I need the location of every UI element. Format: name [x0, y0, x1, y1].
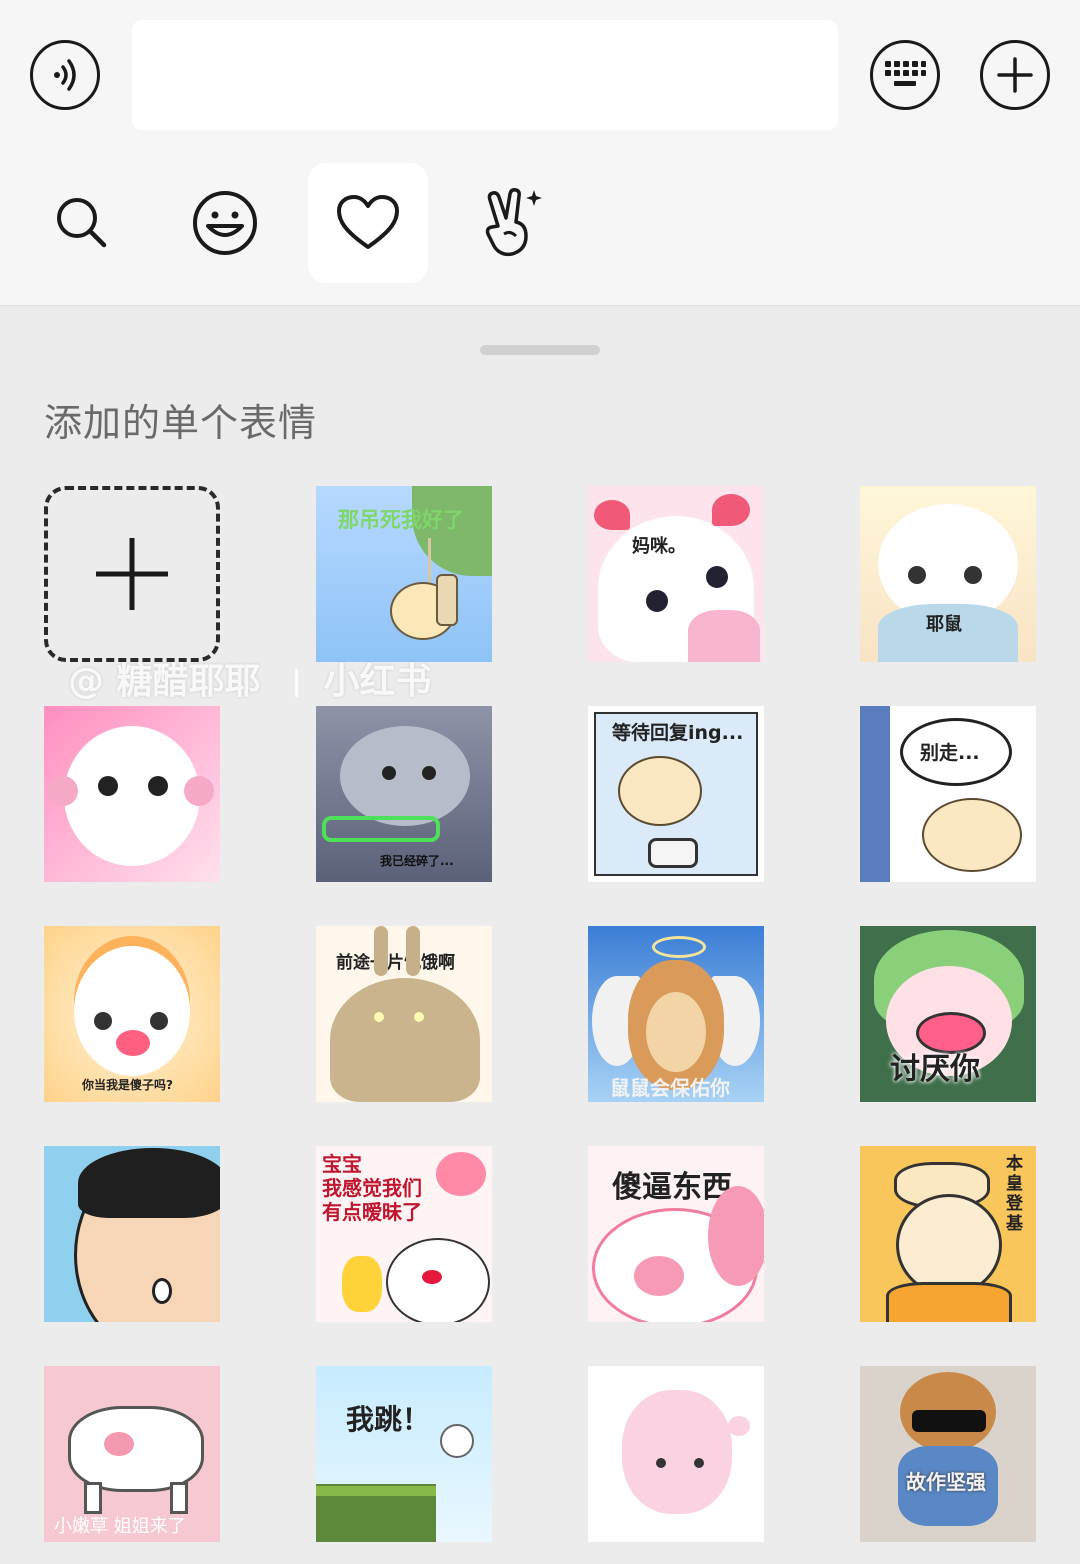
message-input[interactable]: [132, 20, 838, 130]
sticker-caption: 讨厌你: [890, 1052, 980, 1087]
sticker-item[interactable]: 前途一片饥饿啊: [316, 926, 492, 1102]
more-plus-button[interactable]: [980, 40, 1050, 110]
sticker-caption: 妈咪。: [632, 536, 686, 557]
sticker-caption: 我跳！: [346, 1403, 431, 1436]
watermark: @ 糖醋耶耶 小红书: [68, 652, 432, 704]
sticker-item[interactable]: [44, 706, 220, 882]
sticker-caption: 那吊死我好了: [338, 508, 464, 532]
sticker-item[interactable]: 耶鼠: [860, 486, 1036, 662]
sticker-item[interactable]: 等待回复ing...: [588, 706, 764, 882]
sticker-item[interactable]: 妈咪。: [588, 486, 764, 662]
panel-drag-handle[interactable]: [480, 345, 600, 355]
sticker-item[interactable]: 傻逼东西: [588, 1146, 764, 1322]
tab-gestures[interactable]: [451, 163, 571, 283]
sticker-item[interactable]: 我已经碎了...: [316, 706, 492, 882]
sticker-caption: 等待回复ing...: [612, 722, 744, 744]
search-icon: [57, 198, 107, 248]
tab-emoji[interactable]: [165, 163, 285, 283]
sticker-item[interactable]: 你当我是傻子吗?: [44, 926, 220, 1102]
voice-input-button[interactable]: [30, 40, 100, 110]
sticker-caption: 我已经碎了...: [380, 854, 454, 868]
section-title: 添加的单个表情: [44, 401, 318, 445]
sticker-caption: 你当我是傻子吗?: [82, 1078, 173, 1092]
sticker-caption: 鼠鼠会保佑你: [610, 1076, 730, 1100]
sticker-item[interactable]: 那吊死我好了: [316, 486, 492, 662]
sticker-caption: 傻逼东西: [612, 1170, 732, 1205]
watermark-divider: [294, 669, 298, 697]
sticker-item[interactable]: [588, 1366, 764, 1542]
sticker-item[interactable]: 宝宝 我感觉我们 有点暧昧了: [316, 1146, 492, 1322]
watermark-brand: 小红书: [323, 661, 432, 702]
sticker-item[interactable]: 讨厌你: [860, 926, 1036, 1102]
sticker-caption: 前途一片饥饿啊: [336, 953, 455, 973]
sticker-item[interactable]: 别走...: [860, 706, 1036, 882]
sticker-item[interactable]: 小嫩草 姐姐来了: [44, 1366, 220, 1542]
add-sticker-button[interactable]: [44, 486, 220, 662]
sticker-item[interactable]: 故作坚强: [860, 1366, 1036, 1542]
watermark-user: @ 糖醋耶耶: [68, 661, 261, 702]
chat-input-bar: [0, 0, 1080, 306]
sticker-caption: 小嫩草 姐姐来了: [54, 1516, 186, 1537]
keyboard-button[interactable]: [870, 40, 940, 110]
voice-icon: [54, 59, 76, 91]
sticker-item[interactable]: [44, 1146, 220, 1322]
tab-search[interactable]: [22, 163, 142, 283]
sticker-caption: 耶鼠: [926, 614, 962, 635]
sticker-item[interactable]: 鼠鼠会保佑你: [588, 926, 764, 1102]
heart-icon: [337, 195, 399, 249]
plus-icon: [997, 57, 1033, 93]
keyboard-icon: [885, 61, 926, 86]
tab-favorites[interactable]: [308, 163, 428, 283]
plus-icon: [96, 538, 168, 610]
sticker-caption: 宝宝 我感觉我们 有点暧昧了: [322, 1152, 422, 1224]
sticker-caption: 故作坚强: [906, 1470, 986, 1494]
emoji-icon: [193, 191, 257, 255]
sticker-item[interactable]: 我跳！: [316, 1366, 492, 1542]
sticker-item[interactable]: 本皇登基: [860, 1146, 1036, 1322]
sticker-caption: 别走...: [920, 742, 980, 764]
sticker-caption: 本皇登基: [1006, 1154, 1023, 1234]
sparkle-hand-icon: [485, 188, 542, 257]
